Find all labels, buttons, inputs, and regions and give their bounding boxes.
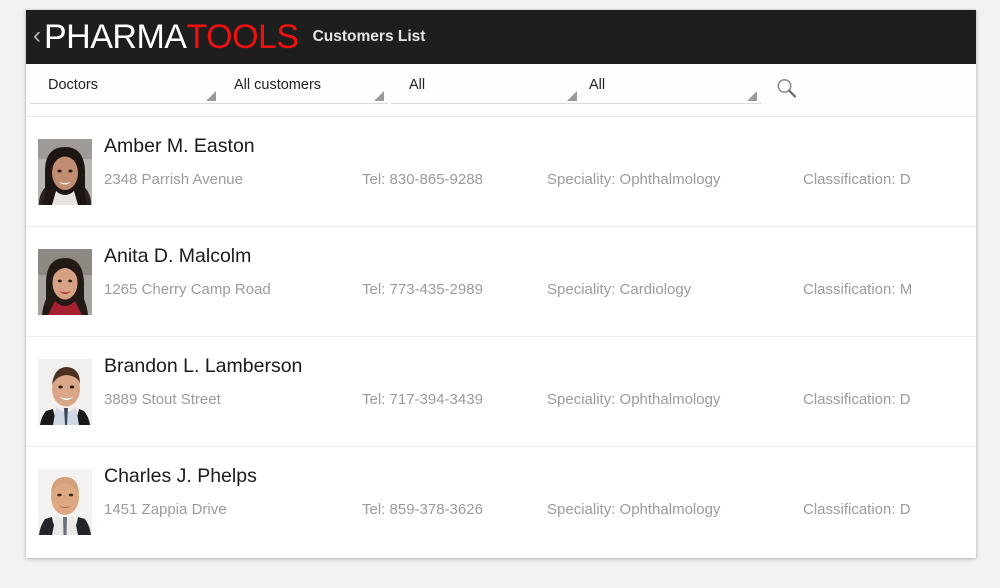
customer-address: 1451 Zappia Drive — [104, 501, 227, 518]
avatar-photo-female-dark-hair — [38, 139, 92, 205]
chevron-down-icon — [374, 91, 384, 101]
customer-tel: Tel: 773-435-2989 — [362, 281, 483, 298]
customer-name: Charles J. Phelps — [104, 465, 257, 487]
table-row[interactable]: Brandon L. Lamberson 3889 Stout Street T… — [26, 337, 976, 447]
customer-speciality: Speciality: Ophthalmology — [547, 501, 721, 518]
customers-list: Amber M. Easton 2348 Parrish Avenue Tel:… — [26, 117, 976, 557]
customer-address: 3889 Stout Street — [104, 391, 221, 408]
application-window: ‹ PHARMA TOOLS Customers List Doctors All… — [26, 10, 976, 558]
filter-classification[interactable]: All — [571, 74, 761, 104]
filter-speciality[interactable]: All — [391, 74, 581, 104]
customer-name: Amber M. Easton — [104, 135, 255, 157]
filter-classification-value: All — [589, 77, 606, 93]
customer-tel: Tel: 830-865-9288 — [362, 171, 483, 188]
search-button[interactable] — [774, 76, 800, 102]
customer-classification: Classification: D — [803, 171, 911, 188]
avatar — [38, 469, 92, 535]
app-header: ‹ PHARMA TOOLS Customers List — [26, 10, 976, 64]
logo-text-pharma: PHARMA — [44, 18, 187, 56]
avatar — [38, 359, 92, 425]
customer-name: Brandon L. Lamberson — [104, 355, 303, 377]
avatar-photo-male-bald-suit — [38, 469, 92, 535]
avatar — [38, 249, 92, 315]
logo-text-tools: TOOLS — [186, 18, 299, 56]
customer-name: Anita D. Malcolm — [104, 245, 252, 267]
back-chevron-icon[interactable]: ‹ — [30, 24, 44, 48]
customer-tel: Tel: 859-378-3626 — [362, 501, 483, 518]
customer-classification: Classification: M — [803, 281, 913, 298]
table-row[interactable]: Amber M. Easton 2348 Parrish Avenue Tel:… — [26, 117, 976, 227]
avatar-photo-male-dark-suit — [38, 359, 92, 425]
page-title: Customers List — [312, 28, 426, 45]
avatar-photo-female-red-top — [38, 249, 92, 315]
app-logo: PHARMA TOOLS — [44, 20, 299, 54]
customer-address: 2348 Parrish Avenue — [104, 171, 243, 188]
filter-speciality-value: All — [409, 77, 426, 93]
customer-tel: Tel: 717-394-3439 — [362, 391, 483, 408]
customer-speciality: Speciality: Ophthalmology — [547, 391, 721, 408]
filter-customer-type-value: Doctors — [48, 77, 98, 93]
customer-speciality: Speciality: Cardiology — [547, 281, 692, 298]
customer-address: 1265 Cherry Camp Road — [104, 281, 271, 298]
customer-classification: Classification: D — [803, 391, 911, 408]
chevron-down-icon — [206, 91, 216, 101]
filter-bar: Doctors All customers All All — [26, 64, 976, 117]
table-row[interactable]: Charles J. Phelps 1451 Zappia Drive Tel:… — [26, 447, 976, 557]
filter-customer-scope[interactable]: All customers — [216, 74, 388, 104]
table-row[interactable]: Anita D. Malcolm 1265 Cherry Camp Road T… — [26, 227, 976, 337]
search-icon — [777, 79, 797, 98]
chevron-down-icon — [747, 91, 757, 101]
customer-classification: Classification: D — [803, 501, 911, 518]
filter-customer-scope-value: All customers — [234, 77, 322, 93]
filter-customer-type[interactable]: Doctors — [30, 74, 220, 104]
customer-speciality: Speciality: Ophthalmology — [547, 171, 721, 188]
avatar — [38, 139, 92, 205]
